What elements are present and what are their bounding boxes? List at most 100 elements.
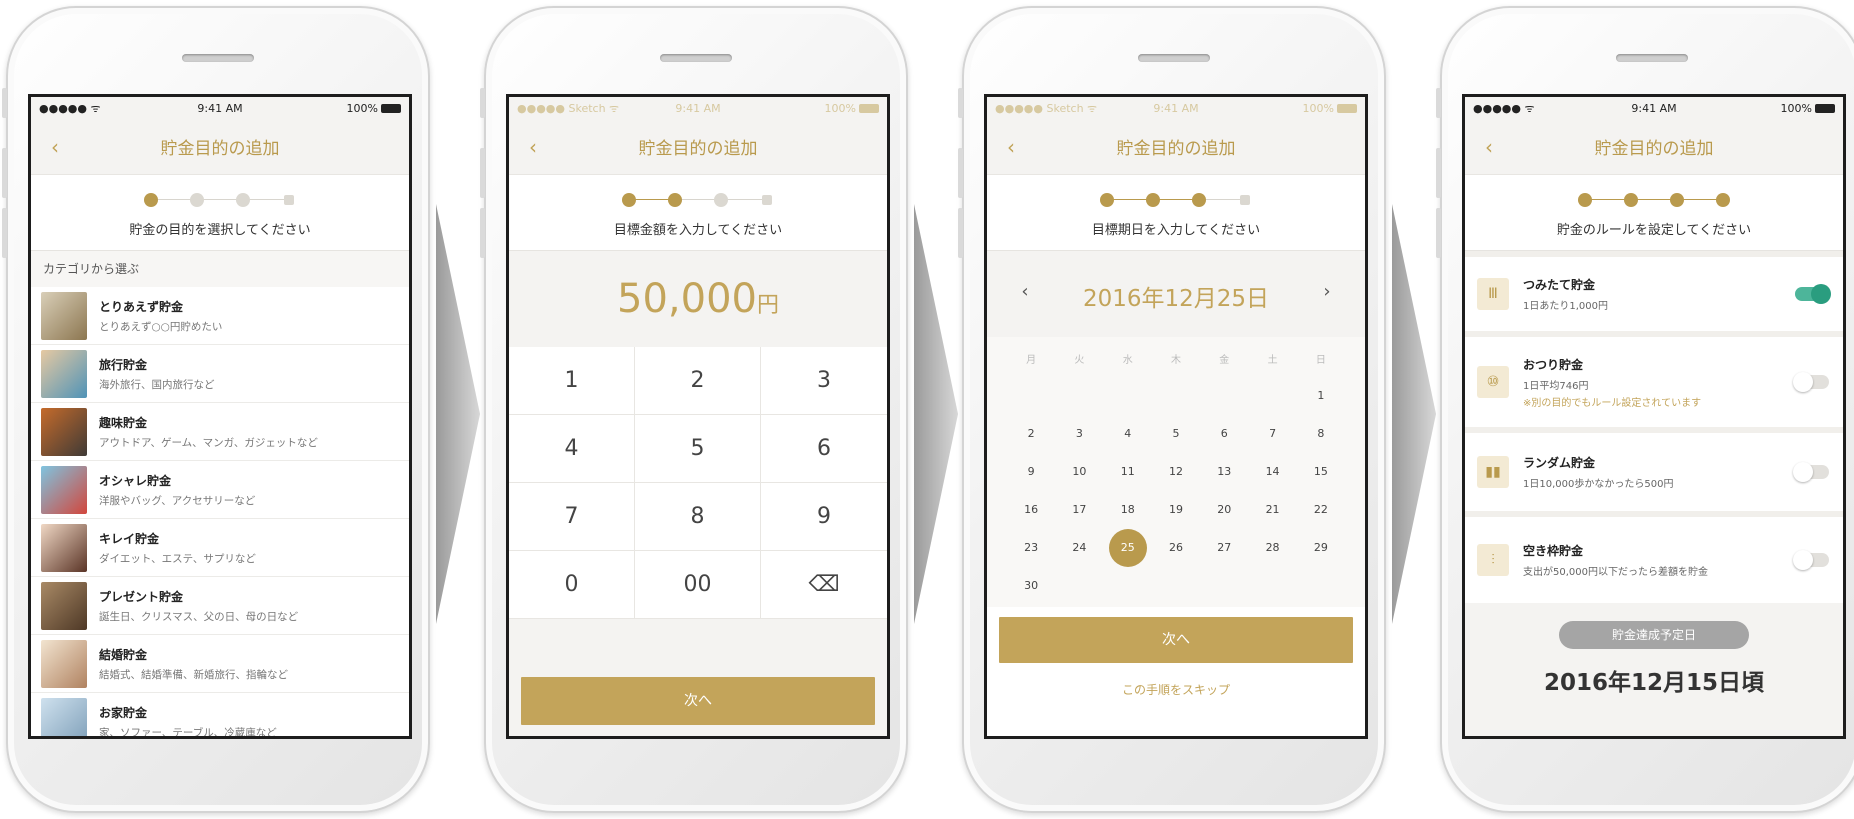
calendar-day[interactable]: 29 <box>1297 529 1345 567</box>
category-item[interactable]: 趣味貯金 アウトドア、ゲーム、マンガ、ガジェットなど <box>31 403 409 461</box>
calendar-day[interactable]: 15 <box>1297 453 1345 491</box>
back-chevron-icon[interactable]: ‹ <box>1001 135 1021 159</box>
calendar-day[interactable]: 23 <box>1007 529 1055 567</box>
calendar-day[interactable]: 28 <box>1248 529 1296 567</box>
key-4[interactable]: 4 <box>509 415 635 483</box>
skip-link[interactable]: この手順をスキップ <box>999 681 1353 698</box>
calendar-day[interactable]: 13 <box>1200 453 1248 491</box>
nav-bar: ‹ 貯金目的の追加 <box>509 119 887 175</box>
battery-status: 100% <box>1781 102 1835 115</box>
next-button[interactable]: 次へ <box>999 617 1353 663</box>
side-button <box>2 148 7 198</box>
key-8[interactable]: 8 <box>635 483 761 551</box>
calendar-day-label: 9 <box>1027 465 1035 478</box>
side-button <box>2 208 7 258</box>
category-item[interactable]: オシャレ貯金 洋服やバッグ、アクセサリーなど <box>31 461 409 519</box>
next-month-chevron-icon[interactable]: › <box>1315 281 1339 302</box>
calendar-day[interactable]: 2 <box>1007 415 1055 453</box>
calendar-day[interactable]: 16 <box>1007 491 1055 529</box>
calendar-day-label: 21 <box>1265 503 1280 516</box>
step-label: 貯金の目的を選択してください <box>129 223 311 238</box>
calendar-day[interactable]: 11 <box>1104 453 1152 491</box>
category-desc: 家、ソファー、テーブル、冷蔵庫など <box>99 726 277 739</box>
calendar-day[interactable]: 12 <box>1152 453 1200 491</box>
step-label: 目標期日を入力してください <box>1091 223 1261 238</box>
step-line-progress <box>1584 199 1724 200</box>
calendar-day[interactable]: 26 <box>1152 529 1200 567</box>
category-item[interactable]: とりあえず貯金 とりあえず○○円貯めたい <box>31 287 409 345</box>
battery-percent: 100% <box>1780 101 1812 115</box>
calendar-day[interactable]: 30 <box>1007 567 1055 605</box>
category-item[interactable]: キレイ貯金 ダイエット、エステ、サプリなど <box>31 519 409 577</box>
rule-item[interactable]: Ⅲ つみたて貯金 1日あたり1,000円 <box>1465 257 1843 337</box>
screen-enter-amount: ●●●●● Sketch ᯤ 9:41 AM 100% ‹ 貯金目的の追加 目標… <box>506 94 890 739</box>
rule-toggle[interactable] <box>1793 462 1829 482</box>
calendar-day-selected[interactable]: 25 <box>1104 529 1152 567</box>
calendar-day[interactable]: 17 <box>1055 491 1103 529</box>
key-5[interactable]: 5 <box>635 415 761 483</box>
side-button <box>1436 88 1441 118</box>
key-0[interactable]: 0 <box>509 551 635 619</box>
category-item[interactable]: 結婚貯金 結婚式、結婚準備、新婚旅行、指輪など <box>31 635 409 693</box>
category-item[interactable]: 旅行貯金 海外旅行、国内旅行など <box>31 345 409 403</box>
step-dot-3 <box>236 193 250 207</box>
rule-item[interactable]: ⫶ 空き枠貯金 支出が50,000円以下だったら差額を貯金 <box>1465 517 1843 603</box>
back-chevron-icon[interactable]: ‹ <box>523 135 543 159</box>
key-6[interactable]: 6 <box>761 415 887 483</box>
rule-desc: 1日あたり1,000円 <box>1523 301 1608 312</box>
category-item[interactable]: お家貯金 家、ソファー、テーブル、冷蔵庫など <box>31 693 409 739</box>
key-9[interactable]: 9 <box>761 483 887 551</box>
step-indicator: 目標金額を入力してください <box>509 175 887 251</box>
rule-toggle[interactable] <box>1795 284 1831 304</box>
calendar-day[interactable]: 19 <box>1152 491 1200 529</box>
calendar-day-label: 16 <box>1024 503 1039 516</box>
category-title: キレイ貯金 <box>99 531 160 546</box>
calendar-day[interactable]: 22 <box>1297 491 1345 529</box>
back-chevron-icon[interactable]: ‹ <box>45 135 65 159</box>
step-dot-2 <box>1146 193 1160 207</box>
key-00[interactable]: 00 <box>635 551 761 619</box>
calendar-day[interactable]: 4 <box>1104 415 1152 453</box>
key-7[interactable]: 7 <box>509 483 635 551</box>
battery-icon <box>381 104 401 113</box>
flow-arrow-icon <box>436 204 480 624</box>
calendar-day[interactable]: 3 <box>1055 415 1103 453</box>
calendar-day-label: 28 <box>1265 541 1280 554</box>
calendar-day[interactable]: 6 <box>1200 415 1248 453</box>
rule-item[interactable]: ▮▮ ランダム貯金 1日10,000歩かなかったら500円 <box>1465 433 1843 517</box>
calendar-day[interactable]: 10 <box>1055 453 1103 491</box>
step-indicator: 貯金の目的を選択してください <box>31 175 409 251</box>
step-dot-2 <box>668 193 682 207</box>
key-2[interactable]: 2 <box>635 347 761 415</box>
calendar-day[interactable]: 1 <box>1297 377 1345 415</box>
calendar-day-label: 22 <box>1313 503 1328 516</box>
rule-toggle[interactable] <box>1793 372 1829 392</box>
step-label: 貯金のルールを設定してください <box>1556 223 1752 238</box>
key-1[interactable]: 1 <box>509 347 635 415</box>
calendar-day[interactable]: 18 <box>1104 491 1152 529</box>
calendar-day[interactable]: 14 <box>1248 453 1296 491</box>
calendar-day[interactable]: 9 <box>1007 453 1055 491</box>
screen-select-purpose: ●●●●● ᯤ 9:41 AM 100% ‹ 貯金目的の追加 貯金の目的を選択し… <box>28 94 412 739</box>
calendar-day[interactable]: 24 <box>1055 529 1103 567</box>
back-chevron-icon[interactable]: ‹ <box>1479 135 1499 159</box>
carrier-signal: ●●●●● ᯤ <box>39 101 101 115</box>
calendar-day[interactable]: 7 <box>1248 415 1296 453</box>
calendar-day[interactable]: 20 <box>1200 491 1248 529</box>
calendar-day-label: 27 <box>1217 541 1232 554</box>
calendar-weekday: 土 <box>1267 355 1278 366</box>
rule-item[interactable]: ⑩ おつり貯金 1日平均746円 ※別の目的でもルール設定されています <box>1465 337 1843 433</box>
calendar-day[interactable]: 5 <box>1152 415 1200 453</box>
category-item[interactable]: プレゼント貯金 誕生日、クリスマス、父の日、母の日など <box>31 577 409 635</box>
key-3[interactable]: 3 <box>761 347 887 415</box>
rule-desc: 1日10,000歩かなかったら500円 <box>1523 479 1674 490</box>
calendar-day[interactable]: 21 <box>1248 491 1296 529</box>
backspace-icon[interactable]: ⌫ <box>761 551 887 619</box>
rule-toggle[interactable] <box>1793 550 1829 570</box>
next-button[interactable]: 次へ <box>521 677 875 725</box>
step-dots <box>1100 193 1252 207</box>
calendar-day[interactable]: 27 <box>1200 529 1248 567</box>
category-title: オシャレ貯金 <box>99 473 172 488</box>
goal-section: 貯金達成予定日 2016年12月15日頃 <box>1465 603 1843 736</box>
calendar-day[interactable]: 8 <box>1297 415 1345 453</box>
